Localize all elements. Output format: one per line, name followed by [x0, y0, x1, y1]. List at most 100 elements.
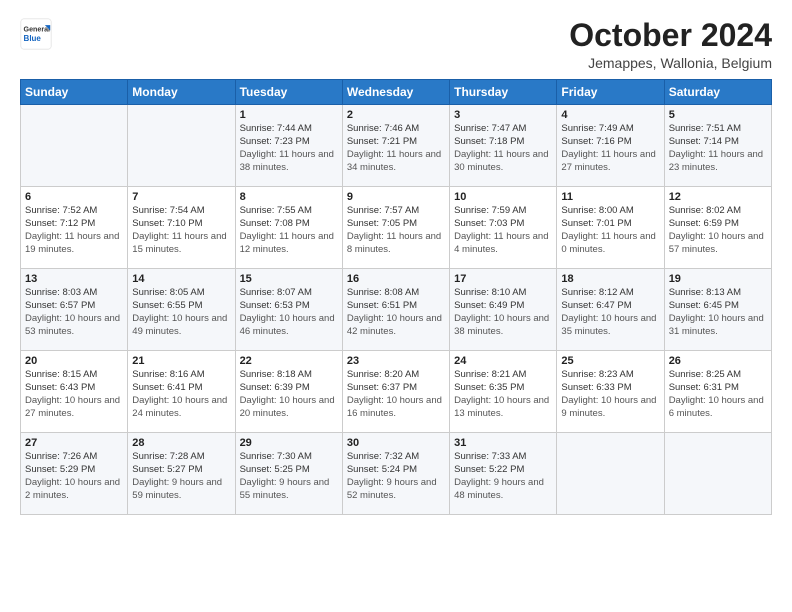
- calendar-cell: [557, 433, 664, 515]
- cell-content: Sunrise: 8:16 AMSunset: 6:41 PMDaylight:…: [132, 369, 230, 420]
- cell-content: Sunrise: 8:00 AMSunset: 7:01 PMDaylight:…: [561, 205, 659, 256]
- cell-content: Sunrise: 8:02 AMSunset: 6:59 PMDaylight:…: [669, 205, 767, 256]
- calendar-page: General Blue October 2024 Jemappes, Wall…: [0, 0, 792, 612]
- cell-content: Sunrise: 7:33 AMSunset: 5:22 PMDaylight:…: [454, 451, 552, 502]
- day-number: 28: [132, 437, 230, 449]
- weekday-header-thursday: Thursday: [450, 80, 557, 105]
- svg-text:Blue: Blue: [24, 34, 42, 43]
- calendar-cell: 4 Sunrise: 7:49 AMSunset: 7:16 PMDaylight…: [557, 105, 664, 187]
- calendar-cell: 26 Sunrise: 8:25 AMSunset: 6:31 PMDayligh…: [664, 351, 771, 433]
- day-number: 12: [669, 191, 767, 203]
- calendar-cell: 29 Sunrise: 7:30 AMSunset: 5:25 PMDayligh…: [235, 433, 342, 515]
- calendar-cell: 10 Sunrise: 7:59 AMSunset: 7:03 PMDayligh…: [450, 187, 557, 269]
- calendar-cell: 16 Sunrise: 8:08 AMSunset: 6:51 PMDayligh…: [342, 269, 449, 351]
- cell-content: Sunrise: 7:47 AMSunset: 7:18 PMDaylight:…: [454, 123, 552, 174]
- location: Jemappes, Wallonia, Belgium: [569, 55, 772, 71]
- day-number: 21: [132, 355, 230, 367]
- day-number: 5: [669, 109, 767, 121]
- week-row-2: 6 Sunrise: 7:52 AMSunset: 7:12 PMDaylight…: [21, 187, 772, 269]
- cell-content: Sunrise: 8:12 AMSunset: 6:47 PMDaylight:…: [561, 287, 659, 338]
- day-number: 16: [347, 273, 445, 285]
- calendar-cell: [21, 105, 128, 187]
- calendar-cell: 24Sunrise: 8:21 AMSunset: 6:35 PMDayligh…: [450, 351, 557, 433]
- weekday-header-row: SundayMondayTuesdayWednesdayThursdayFrid…: [21, 80, 772, 105]
- day-number: 26: [669, 355, 767, 367]
- cell-content: Sunrise: 7:44 AMSunset: 7:23 PMDaylight:…: [240, 123, 338, 174]
- cell-content: Sunrise: 7:49 AMSunset: 7:16 PMDaylight:…: [561, 123, 659, 174]
- day-number: 15: [240, 273, 338, 285]
- day-number: 19: [669, 273, 767, 285]
- day-number: 6: [25, 191, 123, 203]
- cell-content: Sunrise: 8:15 AMSunset: 6:43 PMDaylight:…: [25, 369, 123, 420]
- calendar-cell: 19Sunrise: 8:13 AMSunset: 6:45 PMDayligh…: [664, 269, 771, 351]
- day-number: 14: [132, 273, 230, 285]
- calendar-cell: 30Sunrise: 7:32 AMSunset: 5:24 PMDayligh…: [342, 433, 449, 515]
- week-row-3: 13Sunrise: 8:03 AMSunset: 6:57 PMDayligh…: [21, 269, 772, 351]
- weekday-header-monday: Monday: [128, 80, 235, 105]
- calendar-cell: 11Sunrise: 8:00 AMSunset: 7:01 PMDayligh…: [557, 187, 664, 269]
- calendar-cell: 9 Sunrise: 7:57 AMSunset: 7:05 PMDaylight…: [342, 187, 449, 269]
- cell-content: Sunrise: 7:55 AMSunset: 7:08 PMDaylight:…: [240, 205, 338, 256]
- day-number: 23: [347, 355, 445, 367]
- week-row-1: 1Sunrise: 7:44 AMSunset: 7:23 PMDaylight…: [21, 105, 772, 187]
- calendar-cell: 8 Sunrise: 7:55 AMSunset: 7:08 PMDaylight…: [235, 187, 342, 269]
- day-number: 31: [454, 437, 552, 449]
- calendar-cell: 15 Sunrise: 8:07 AMSunset: 6:53 PMDayligh…: [235, 269, 342, 351]
- calendar-cell: 18 Sunrise: 8:12 AMSunset: 6:47 PMDayligh…: [557, 269, 664, 351]
- calendar-cell: 23Sunrise: 8:20 AMSunset: 6:37 PMDayligh…: [342, 351, 449, 433]
- day-number: 20: [25, 355, 123, 367]
- cell-content: Sunrise: 7:57 AMSunset: 7:05 PMDaylight:…: [347, 205, 445, 256]
- week-row-4: 20 Sunrise: 8:15 AMSunset: 6:43 PMDayligh…: [21, 351, 772, 433]
- calendar-cell: 6 Sunrise: 7:52 AMSunset: 7:12 PMDaylight…: [21, 187, 128, 269]
- day-number: 27: [25, 437, 123, 449]
- title-block: October 2024 Jemappes, Wallonia, Belgium: [569, 18, 772, 71]
- day-number: 29: [240, 437, 338, 449]
- calendar-cell: 13Sunrise: 8:03 AMSunset: 6:57 PMDayligh…: [21, 269, 128, 351]
- day-number: 17: [454, 273, 552, 285]
- cell-content: Sunrise: 7:51 AMSunset: 7:14 PMDaylight:…: [669, 123, 767, 174]
- svg-text:General: General: [24, 25, 51, 33]
- day-number: 9: [347, 191, 445, 203]
- calendar-cell: 3 Sunrise: 7:47 AMSunset: 7:18 PMDaylight…: [450, 105, 557, 187]
- calendar-cell: 1Sunrise: 7:44 AMSunset: 7:23 PMDaylight…: [235, 105, 342, 187]
- calendar-cell: 27 Sunrise: 7:26 AMSunset: 5:29 PMDayligh…: [21, 433, 128, 515]
- cell-content: Sunrise: 8:08 AMSunset: 6:51 PMDaylight:…: [347, 287, 445, 338]
- day-number: 3: [454, 109, 552, 121]
- calendar-cell: 2Sunrise: 7:46 AMSunset: 7:21 PMDaylight…: [342, 105, 449, 187]
- cell-content: Sunrise: 8:21 AMSunset: 6:35 PMDaylight:…: [454, 369, 552, 420]
- month-title: October 2024: [569, 18, 772, 53]
- day-number: 2: [347, 109, 445, 121]
- day-number: 10: [454, 191, 552, 203]
- cell-content: Sunrise: 7:26 AMSunset: 5:29 PMDaylight:…: [25, 451, 123, 502]
- cell-content: Sunrise: 8:23 AMSunset: 6:33 PMDaylight:…: [561, 369, 659, 420]
- logo: General Blue: [20, 18, 52, 50]
- weekday-header-sunday: Sunday: [21, 80, 128, 105]
- header: General Blue October 2024 Jemappes, Wall…: [20, 18, 772, 71]
- cell-content: Sunrise: 8:05 AMSunset: 6:55 PMDaylight:…: [132, 287, 230, 338]
- logo-icon: General Blue: [20, 18, 52, 50]
- cell-content: Sunrise: 7:30 AMSunset: 5:25 PMDaylight:…: [240, 451, 338, 502]
- calendar-cell: 14 Sunrise: 8:05 AMSunset: 6:55 PMDayligh…: [128, 269, 235, 351]
- calendar-table: SundayMondayTuesdayWednesdayThursdayFrid…: [20, 79, 772, 515]
- cell-content: Sunrise: 8:18 AMSunset: 6:39 PMDaylight:…: [240, 369, 338, 420]
- calendar-cell: 31 Sunrise: 7:33 AMSunset: 5:22 PMDayligh…: [450, 433, 557, 515]
- cell-content: Sunrise: 8:07 AMSunset: 6:53 PMDaylight:…: [240, 287, 338, 338]
- day-number: 4: [561, 109, 659, 121]
- calendar-cell: 20 Sunrise: 8:15 AMSunset: 6:43 PMDayligh…: [21, 351, 128, 433]
- day-number: 18: [561, 273, 659, 285]
- calendar-cell: [128, 105, 235, 187]
- weekday-header-tuesday: Tuesday: [235, 80, 342, 105]
- cell-content: Sunrise: 7:52 AMSunset: 7:12 PMDaylight:…: [25, 205, 123, 256]
- calendar-cell: 17Sunrise: 8:10 AMSunset: 6:49 PMDayligh…: [450, 269, 557, 351]
- cell-content: Sunrise: 7:59 AMSunset: 7:03 PMDaylight:…: [454, 205, 552, 256]
- day-number: 30: [347, 437, 445, 449]
- calendar-cell: 25Sunrise: 8:23 AMSunset: 6:33 PMDayligh…: [557, 351, 664, 433]
- calendar-cell: 5 Sunrise: 7:51 AMSunset: 7:14 PMDaylight…: [664, 105, 771, 187]
- cell-content: Sunrise: 8:25 AMSunset: 6:31 PMDaylight:…: [669, 369, 767, 420]
- calendar-cell: 7Sunrise: 7:54 AMSunset: 7:10 PMDaylight…: [128, 187, 235, 269]
- day-number: 22: [240, 355, 338, 367]
- weekday-header-friday: Friday: [557, 80, 664, 105]
- calendar-cell: 22 Sunrise: 8:18 AMSunset: 6:39 PMDayligh…: [235, 351, 342, 433]
- calendar-cell: 28Sunrise: 7:28 AMSunset: 5:27 PMDayligh…: [128, 433, 235, 515]
- day-number: 8: [240, 191, 338, 203]
